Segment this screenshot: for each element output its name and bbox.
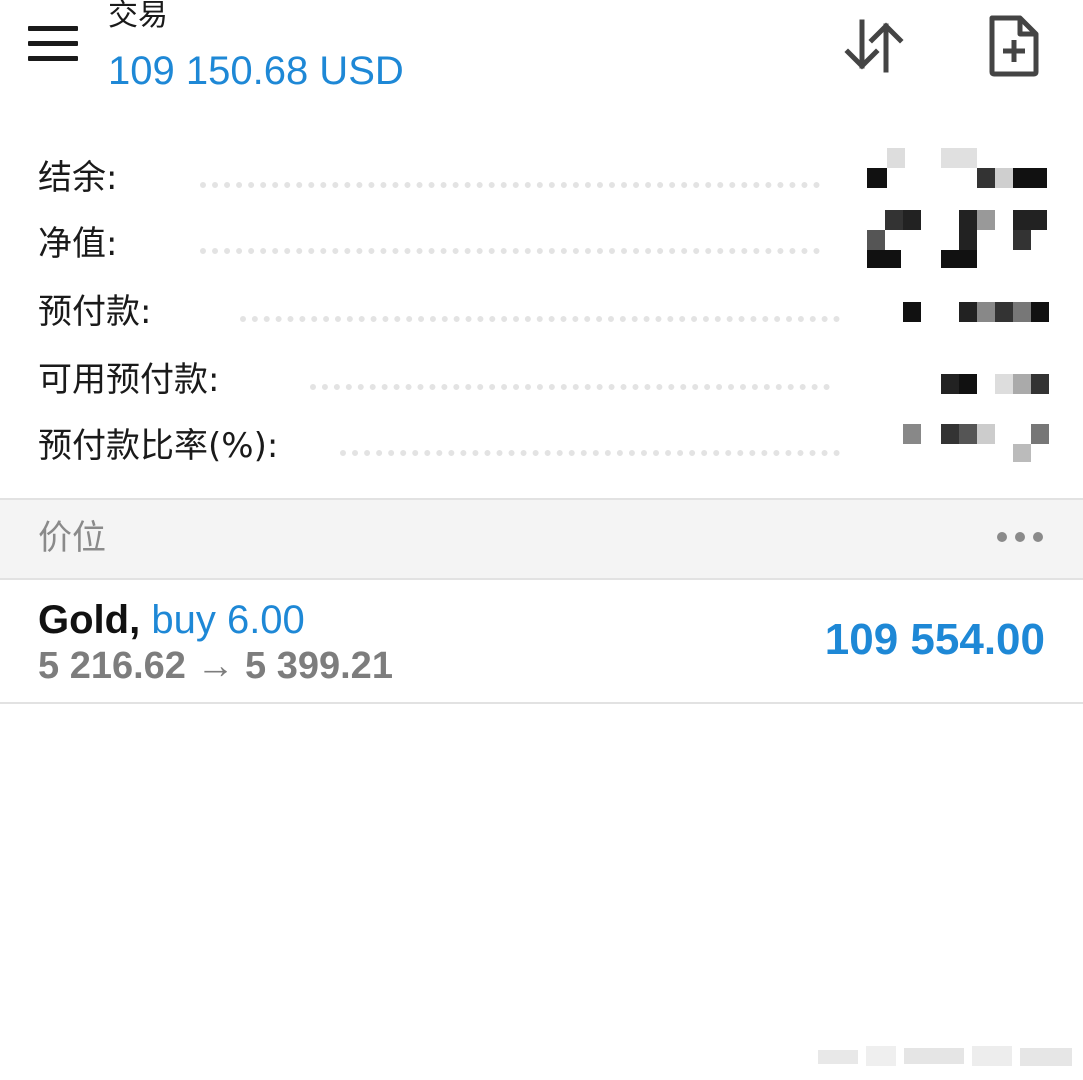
summary-label: 净值: — [38, 224, 118, 264]
redacted-value — [867, 210, 1047, 268]
summary-row-margin: 预付款: — [0, 278, 1083, 338]
summary-label: 预付款比率(%): — [38, 426, 279, 466]
position-side-volume: buy 6.00 — [151, 598, 305, 642]
page-title: 交易 — [108, 0, 168, 33]
app-header: 交易 109 150.68 USD — [0, 0, 1083, 110]
summary-row-margin-level: 预付款比率(%): — [0, 412, 1083, 472]
dotted-leader — [240, 316, 840, 322]
positions-section-header: 价位 — [0, 498, 1083, 580]
summary-label: 预付款: — [38, 292, 152, 332]
summary-row-balance: 结余: — [0, 144, 1083, 204]
position-row[interactable]: Gold, buy 6.00 5 216.62 → 5 399.21 109 5… — [0, 578, 1083, 704]
dotted-leader — [310, 384, 830, 390]
summary-label: 可用预付款: — [38, 360, 220, 400]
position-title: Gold, buy 6.00 — [38, 596, 305, 644]
new-document-plus-icon[interactable] — [982, 14, 1046, 78]
summary-label: 结余: — [38, 158, 118, 198]
summary-row-equity: 净值: — [0, 210, 1083, 270]
summary-row-free-margin: 可用预付款: — [0, 346, 1083, 406]
position-open-current-price: 5 216.62 → 5 399.21 — [38, 645, 393, 687]
redacted-value — [867, 364, 1049, 402]
dotted-leader — [340, 450, 840, 456]
positions-section-title: 价位 — [38, 518, 106, 558]
redacted-value — [867, 296, 1049, 334]
redacted-value — [867, 148, 1047, 200]
account-balance: 109 150.68 USD — [108, 49, 404, 93]
blurred-watermark — [818, 1044, 1078, 1068]
more-horizontal-icon[interactable] — [997, 526, 1045, 546]
sort-arrows-icon[interactable] — [842, 14, 906, 78]
dotted-leader — [200, 248, 820, 254]
hamburger-menu-icon[interactable] — [28, 26, 78, 62]
redacted-value — [867, 424, 1049, 468]
position-profit: 109 554.00 — [824, 615, 1045, 664]
dotted-leader — [200, 182, 820, 188]
position-symbol: Gold, — [38, 598, 141, 642]
